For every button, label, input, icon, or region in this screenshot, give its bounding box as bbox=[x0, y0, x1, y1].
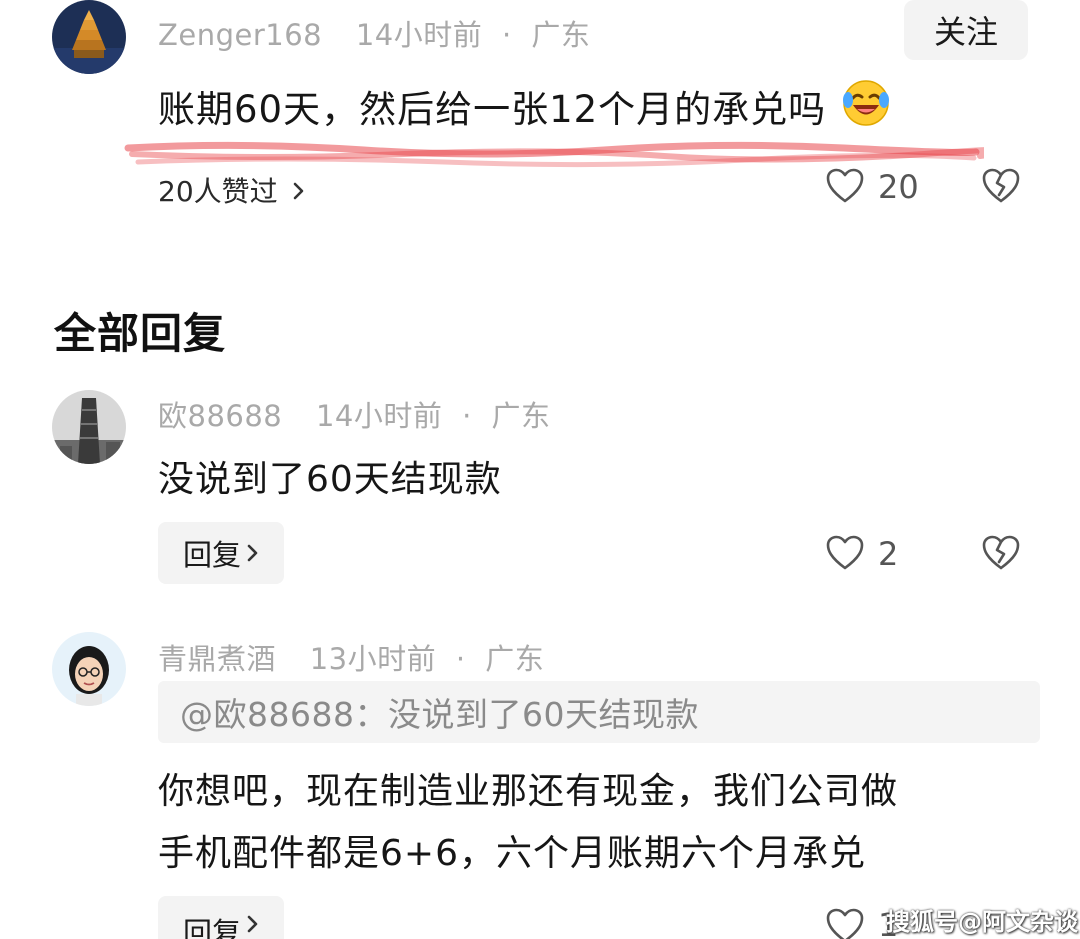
heart-icon bbox=[826, 535, 864, 571]
chevron-right-icon bbox=[247, 914, 259, 934]
tower-avatar-icon bbox=[52, 0, 126, 74]
dislike-button[interactable] bbox=[982, 535, 1020, 575]
username[interactable]: Zenger168 bbox=[158, 18, 322, 52]
comment-text-line-1: 你想吧，现在制造业那还有现金，我们公司做 bbox=[158, 771, 899, 812]
chevron-right-icon bbox=[293, 181, 305, 201]
like-button[interactable] bbox=[826, 535, 864, 575]
dislike-button[interactable] bbox=[982, 168, 1020, 208]
username[interactable]: 欧88688 bbox=[158, 399, 282, 433]
timestamp: 13小时前 bbox=[309, 642, 437, 676]
cartoon-person-avatar-icon bbox=[52, 632, 126, 706]
like-button[interactable] bbox=[826, 908, 864, 939]
timestamp: 14小时前 bbox=[315, 399, 443, 433]
comment-meta: 青鼎煮酒 13小时前 · 广东 bbox=[158, 642, 545, 676]
like-count: 2 bbox=[878, 535, 899, 573]
location: 广东 bbox=[485, 642, 545, 676]
like-button[interactable] bbox=[826, 168, 864, 208]
avatar-qingdingzhujiu[interactable] bbox=[52, 632, 126, 706]
chevron-right-icon bbox=[247, 543, 259, 563]
comment-text: 账期60天，然后给一张12个月的承兑吗 bbox=[158, 78, 891, 133]
avatar-zenger168[interactable] bbox=[52, 0, 126, 74]
comment-meta: 欧88688 14小时前 · 广东 bbox=[158, 399, 551, 433]
username[interactable]: 青鼎煮酒 bbox=[158, 642, 276, 676]
heart-icon bbox=[826, 908, 864, 939]
comment-text-line-2: 手机配件都是6+6，六个月账期六个月承兑 bbox=[158, 833, 866, 874]
heart-icon bbox=[826, 168, 864, 204]
location: 广东 bbox=[491, 399, 551, 433]
likers-link[interactable]: 20人赞过 bbox=[158, 170, 305, 210]
reply-button[interactable]: 回复 bbox=[158, 522, 284, 584]
comment-text: 没说到了60天结现款 bbox=[158, 459, 502, 500]
avatar-ou88688[interactable] bbox=[52, 390, 126, 464]
reply-button[interactable]: 回复 bbox=[158, 896, 284, 939]
laughing-tears-emoji-icon bbox=[841, 78, 891, 128]
timestamp: 14小时前 bbox=[355, 18, 483, 52]
broken-heart-icon bbox=[982, 168, 1020, 204]
building-avatar-icon bbox=[52, 390, 126, 464]
quoted-reply[interactable]: @欧88688：没说到了60天结现款 bbox=[158, 681, 1040, 743]
location: 广东 bbox=[531, 18, 591, 52]
comment-meta: Zenger168 14小时前 · 广东 bbox=[158, 18, 591, 52]
like-count: 20 bbox=[878, 168, 919, 206]
follow-button[interactable]: 关注 bbox=[904, 0, 1028, 60]
section-title: 全部回复 bbox=[54, 309, 227, 358]
broken-heart-icon bbox=[982, 535, 1020, 571]
watermark: 搜狐号@阿文杂谈 bbox=[886, 908, 1078, 936]
